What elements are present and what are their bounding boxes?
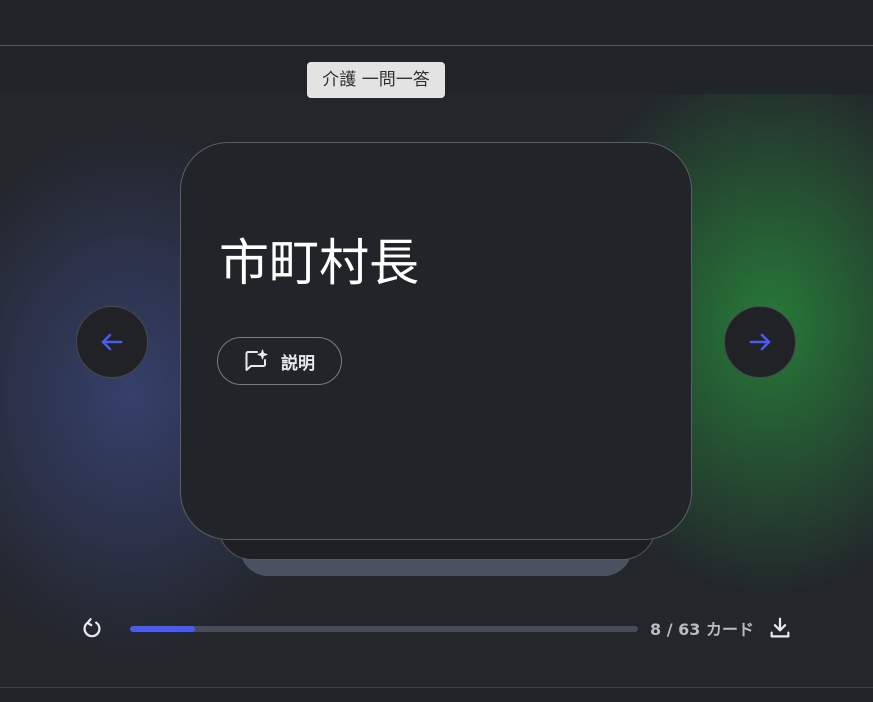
reset-icon [83, 618, 101, 638]
previous-card-button[interactable] [76, 306, 148, 378]
reset-button[interactable] [78, 614, 106, 642]
top-bar [0, 0, 873, 46]
next-card-button[interactable] [724, 306, 796, 378]
bottom-divider [0, 687, 873, 688]
flashcard[interactable]: 市町村長 説明 [180, 142, 692, 540]
explain-button-label: 説明 [281, 353, 315, 374]
progress-bar [130, 626, 638, 632]
arrow-left-icon [101, 333, 123, 351]
flashcard-page: 介護 一問一答 市町村長 説明 8 / 63 カード [0, 0, 873, 702]
download-button[interactable] [766, 614, 794, 642]
card-counter: 8 / 63 カード [650, 620, 754, 639]
progress-fill [130, 626, 195, 632]
explain-button[interactable]: 説明 [217, 337, 342, 385]
arrow-right-icon [749, 333, 771, 351]
sparkle-chat-icon [243, 348, 269, 374]
tooltip: 介護 一問一答 [307, 62, 445, 98]
download-icon [770, 617, 790, 638]
card-term: 市町村長 [219, 234, 419, 292]
